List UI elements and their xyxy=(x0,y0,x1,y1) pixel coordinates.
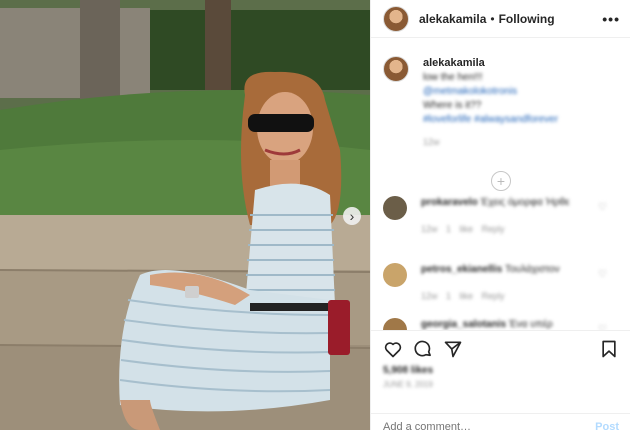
caption-hashtags[interactable]: #loveforlife #alwaysandforever xyxy=(423,113,558,127)
share-icon[interactable] xyxy=(443,339,463,359)
heart-icon[interactable] xyxy=(383,339,403,359)
likes-count[interactable]: 5,908 likes xyxy=(371,359,630,376)
caption-time: 12w xyxy=(423,137,440,147)
post-date: JUNE 9, 2019 xyxy=(383,380,433,389)
username-link[interactable]: alekakamila xyxy=(419,12,486,26)
comment-item: georgia_salotanis Ένα υπέρ ♡ xyxy=(371,318,630,330)
chevron-right-icon: › xyxy=(349,208,355,224)
add-comment-bar: Post xyxy=(371,413,630,433)
comment-username[interactable]: prokaravelo xyxy=(421,197,478,208)
post-photo[interactable]: › xyxy=(0,0,370,430)
comment-icon[interactable] xyxy=(413,339,433,359)
avatar[interactable] xyxy=(383,5,409,32)
comment-avatar[interactable] xyxy=(383,318,407,330)
post-actions: 5,908 likes JUNE 9, 2019 Post xyxy=(371,330,630,433)
comment-meta: 12w 1 like Reply xyxy=(421,291,505,301)
comment-text: Έχεις όμορφα Ήρθε xyxy=(480,197,570,208)
following-button[interactable]: Following xyxy=(499,12,555,26)
comment-avatar[interactable] xyxy=(383,263,407,287)
separator-dot: • xyxy=(490,11,495,26)
caption-username[interactable]: alekakamila xyxy=(423,57,485,69)
comment-meta: 12w 1 like Reply xyxy=(421,224,505,234)
comments-section[interactable]: alekakamila low the hen!!! @metmakolokot… xyxy=(371,38,630,330)
caption: alekakamila low the hen!!! @metmakolokot… xyxy=(371,38,630,149)
comment-username[interactable]: petros_ekianellis xyxy=(421,264,502,275)
comment-text: Ένα υπέρ xyxy=(508,319,553,330)
plus-circle-icon[interactable]: + xyxy=(491,171,511,191)
post-button[interactable]: Post xyxy=(595,421,619,433)
more-options-icon[interactable]: ••• xyxy=(602,11,620,27)
comment-username[interactable]: georgia_salotanis xyxy=(421,319,506,330)
post-panel: alekakamila • Following ••• alekakamila … xyxy=(370,0,630,433)
comment-like-icon[interactable]: ♡ xyxy=(598,202,607,213)
post-header: alekakamila • Following ••• xyxy=(371,0,630,38)
photo-image xyxy=(0,0,370,430)
bookmark-icon[interactable] xyxy=(599,339,619,359)
comment-item: prokaravelo Έχεις όμορφα Ήρθε 12w 1 like… xyxy=(371,196,630,236)
caption-line-3: Where is it?? xyxy=(423,100,482,111)
add-comment-input[interactable] xyxy=(383,421,573,433)
caption-mention[interactable]: @metmakolokotronis xyxy=(423,85,558,99)
caption-avatar[interactable] xyxy=(383,56,409,82)
load-more-comments[interactable]: + xyxy=(371,171,630,191)
comment-avatar[interactable] xyxy=(383,196,407,220)
comment-item: petros_ekianellis Τουλάχιστον 12w 1 like… xyxy=(371,263,630,303)
caption-line-1: low the hen!!! xyxy=(423,72,483,83)
comment-like-icon[interactable]: ♡ xyxy=(598,269,607,280)
comment-text: Τουλάχιστον xyxy=(504,264,560,275)
next-photo-button[interactable]: › xyxy=(343,207,361,225)
